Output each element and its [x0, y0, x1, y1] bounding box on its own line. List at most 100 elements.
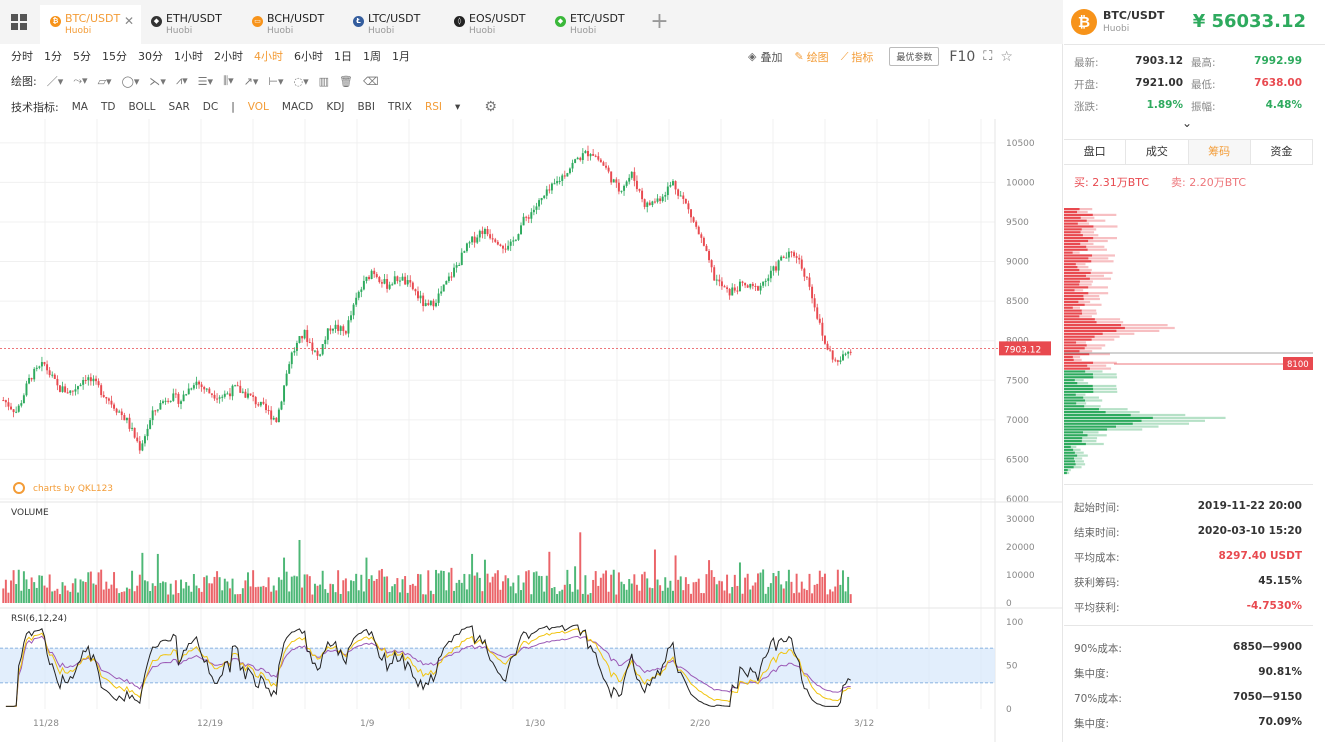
candle-body	[162, 401, 164, 404]
volume-bar	[198, 588, 201, 603]
indicator-ma[interactable]: MA	[72, 101, 88, 113]
fullscreen-icon[interactable]: ⛶	[983, 49, 992, 64]
grid-menu-icon[interactable]	[0, 0, 38, 44]
chip-bar	[1064, 466, 1074, 469]
volume-bar	[762, 569, 765, 603]
timeframe-2[interactable]: 5分	[73, 48, 91, 64]
volume-bar	[414, 585, 417, 603]
indicator-bbi[interactable]: BBI	[357, 101, 375, 113]
indicator-rsi[interactable]: RSI	[425, 101, 442, 113]
indicator-boll[interactable]: BOLL	[128, 101, 155, 113]
volume-bar	[223, 578, 226, 603]
volume-bar	[370, 575, 373, 603]
tab-etc-usdt[interactable]: ◆ ETC/USDT Huobi	[545, 5, 646, 44]
timeframe-11[interactable]: 1月	[392, 48, 410, 64]
indicator-icon[interactable]: ⟋	[841, 50, 849, 64]
volume-bar	[51, 591, 54, 603]
settings-gear-icon[interactable]: ⚙	[484, 99, 497, 115]
indicator-kdj[interactable]: KDJ	[326, 101, 344, 113]
sidebar-tab-2[interactable]: 筹码	[1188, 140, 1251, 164]
candle-body	[368, 276, 371, 280]
star-icon[interactable]: ☆	[1000, 49, 1013, 65]
candle-body	[563, 175, 566, 177]
tab-eos-usdt[interactable]: ◊ EOS/USDT Huobi	[444, 5, 545, 44]
indicator-td[interactable]: TD	[101, 101, 116, 113]
expand-chevron-icon[interactable]: ⌄	[1182, 116, 1192, 130]
indicator-macd[interactable]: MACD	[282, 101, 313, 113]
indicator-button[interactable]: 指标	[851, 49, 873, 65]
eraser-icon[interactable]: ⌫	[363, 75, 379, 88]
price-tick-label: 7500	[1006, 376, 1029, 386]
chip-bar	[1064, 303, 1085, 306]
chip-bar	[1064, 347, 1085, 350]
candle-body	[61, 386, 64, 392]
timeframe-3[interactable]: 15分	[102, 48, 127, 64]
timeframe-10[interactable]: 1周	[363, 48, 381, 64]
sidebar-tab-3[interactable]: 资金	[1251, 140, 1313, 164]
candle-body	[226, 393, 229, 395]
tab-eth-usdt[interactable]: ◆ ETH/USDT Huobi	[141, 5, 242, 44]
f10-button[interactable]: F10	[949, 49, 975, 65]
timeframe-1[interactable]: 1分	[44, 48, 62, 64]
indicator-vol[interactable]: VOL	[248, 101, 269, 113]
chip-bar	[1064, 390, 1094, 393]
timeframe-4[interactable]: 30分	[138, 48, 163, 64]
fib-tool-icon[interactable]: ☰▾	[198, 75, 213, 88]
volume-bar	[625, 589, 628, 603]
chip-bar	[1064, 364, 1088, 367]
tab-ltc-usdt[interactable]: Ł LTC/USDT Huobi	[343, 5, 444, 44]
volume-bar	[28, 588, 31, 603]
kline-chart[interactable]: 1050010000950090008500800075007000650060…	[0, 119, 1062, 742]
gann-tool-icon[interactable]: ⫼▾	[223, 74, 234, 88]
indicator-sar[interactable]: SAR	[168, 101, 189, 113]
volume-bar	[352, 581, 355, 603]
volume-bar	[362, 591, 365, 603]
line-tool-icon[interactable]: ／▾	[47, 73, 64, 89]
volume-bar	[12, 570, 15, 603]
timeframe-0[interactable]: 分时	[11, 48, 33, 64]
pencil-icon[interactable]: ✎	[794, 50, 803, 63]
fork-tool-icon[interactable]: ⋋▾	[149, 75, 166, 88]
indicator-dc[interactable]: DC	[203, 101, 218, 113]
chip-bar	[1064, 268, 1080, 272]
candle-body	[450, 276, 453, 278]
pattern-tool-icon[interactable]: ⩘▾	[176, 74, 188, 88]
tab-pair-label: EOS/USDT	[469, 12, 526, 25]
candle-body	[630, 171, 633, 178]
arrow-tool-icon[interactable]: ↗▾	[244, 75, 259, 88]
tab-btc-usdt[interactable]: ₿ BTC/USDT Huobi ✕	[40, 5, 141, 44]
chip-bar	[1064, 321, 1097, 324]
ray-tool-icon[interactable]: ⤳▾	[73, 74, 87, 88]
candle-body	[417, 291, 419, 299]
comment-tool-icon[interactable]: ◌▾	[294, 75, 309, 88]
overlay-button[interactable]: 叠加	[760, 49, 782, 65]
candle-body	[259, 401, 262, 406]
timeframe-7[interactable]: 4小时	[254, 48, 283, 64]
timeframe-9[interactable]: 1日	[334, 48, 352, 64]
best-params-button[interactable]: 最优参数	[889, 47, 940, 66]
layers-icon[interactable]: ◈	[748, 50, 756, 63]
sidebar-tab-1[interactable]: 成交	[1126, 140, 1189, 164]
shape-tool-icon[interactable]: ◯▾	[122, 75, 140, 88]
info-key: 90%成本:	[1074, 643, 1122, 655]
indicator-trix[interactable]: TRIX	[388, 101, 412, 113]
measure-tool-icon[interactable]: ⊢▾	[268, 75, 283, 88]
draw-button[interactable]: 绘图	[807, 49, 829, 65]
trash-icon[interactable]: 🗑	[339, 75, 353, 88]
chart-tool-icon[interactable]: ▥	[319, 75, 329, 88]
price-tick-label: 8500	[1006, 297, 1029, 307]
timeframe-8[interactable]: 6小时	[294, 48, 323, 64]
close-tab-icon[interactable]: ✕	[124, 14, 134, 28]
timeframe-6[interactable]: 2小时	[214, 48, 243, 64]
volume-bar	[398, 592, 401, 603]
indicator-dropdown-icon[interactable]: ▾	[455, 101, 460, 113]
tab-bch-usdt[interactable]: ▭ BCH/USDT Huobi	[242, 5, 343, 44]
chip-bar	[1064, 213, 1093, 216]
chip-info-row: 70%成本: 7050—9150	[1074, 691, 1302, 707]
channel-tool-icon[interactable]: ▱▾	[98, 75, 112, 88]
chip-divider	[1064, 484, 1313, 485]
sidebar-tab-0[interactable]: 盘口	[1064, 140, 1127, 164]
timeframe-5[interactable]: 1小时	[174, 48, 203, 64]
add-tab-button[interactable]: +	[643, 5, 676, 41]
chip-bar	[1064, 254, 1093, 257]
